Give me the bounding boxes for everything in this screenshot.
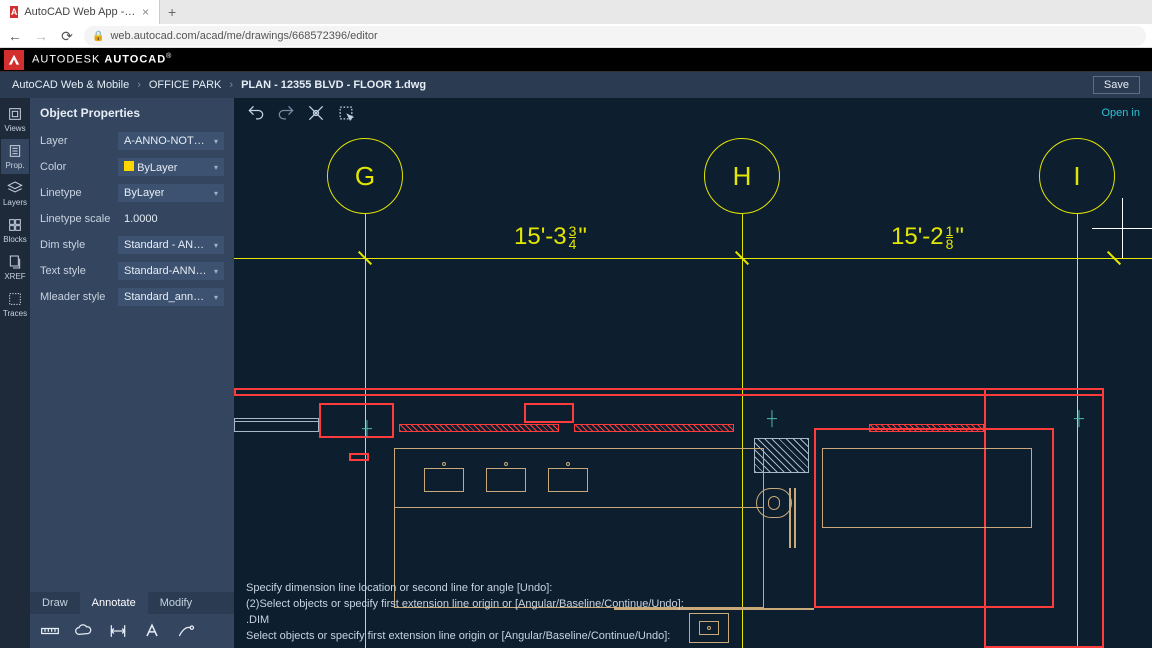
browser-chrome: A AutoCAD Web App - Online CAD × + ← → ⟳… — [0, 0, 1152, 48]
back-icon[interactable]: ← — [6, 28, 24, 44]
text-icon[interactable] — [142, 621, 162, 641]
command-log: Specify dimension line location or secon… — [246, 580, 684, 644]
open-in-link[interactable]: Open in — [1101, 107, 1140, 119]
rail-properties[interactable]: Prop. — [1, 139, 29, 174]
prop-label: Mleader style — [40, 291, 112, 303]
tab-title: AutoCAD Web App - Online CAD — [24, 6, 136, 18]
left-rail: Views Prop. Layers Blocks XREF Traces — [0, 98, 30, 648]
url-text: web.autocad.com/acad/me/drawings/6685723… — [110, 30, 377, 42]
close-icon[interactable]: × — [142, 5, 149, 19]
autocad-logo-icon — [4, 50, 24, 70]
rail-blocks[interactable]: Blocks — [1, 213, 29, 248]
url-field[interactable]: 🔒 web.autocad.com/acad/me/drawings/66857… — [84, 26, 1146, 46]
chevron-down-icon: ▾ — [214, 163, 218, 172]
chevron-right-icon: › — [229, 79, 233, 91]
textstyle-dropdown[interactable]: Standard-ANNOTAT...▾ — [118, 262, 224, 280]
color-dropdown[interactable]: ByLayer▾ — [118, 158, 224, 176]
tick-icon — [735, 251, 749, 265]
undo-icon[interactable] — [246, 103, 266, 123]
chevron-down-icon: ▾ — [214, 241, 218, 250]
anchor-marker-icon: ┼ — [362, 420, 372, 436]
chevron-down-icon: ▾ — [214, 267, 218, 276]
chevron-down-icon: ▾ — [214, 293, 218, 302]
snap-icon[interactable] — [306, 103, 326, 123]
tab-draw[interactable]: Draw — [30, 592, 80, 614]
app-header: AUTODESK AUTOCAD® — [0, 48, 1152, 72]
canvas-toolbar: Open in — [234, 98, 1152, 128]
breadcrumb-root[interactable]: AutoCAD Web & Mobile — [12, 79, 129, 91]
dimension-hi: 15'-218" — [891, 223, 964, 251]
linetype-dropdown[interactable]: ByLayer▾ — [118, 184, 224, 202]
save-button[interactable]: Save — [1093, 76, 1140, 94]
rail-xref[interactable]: XREF — [1, 250, 29, 285]
select-icon[interactable] — [336, 103, 356, 123]
color-swatch-icon — [124, 161, 134, 171]
tab-annotate[interactable]: Annotate — [80, 592, 148, 614]
brand-text: AUTODESK AUTOCAD® — [32, 53, 172, 66]
reload-icon[interactable]: ⟳ — [58, 28, 76, 45]
grid-bubble-g: G — [327, 138, 403, 214]
dimension-gh: 15'-334" — [514, 223, 587, 251]
chevron-right-icon: › — [137, 79, 141, 91]
layer-dropdown[interactable]: A-ANNO-NOTE FUR...▾ — [118, 132, 224, 150]
favicon-icon: A — [10, 6, 18, 18]
prop-label: Layer — [40, 135, 112, 147]
dimstyle-dropdown[interactable]: Standard - ANNOTA...▾ — [118, 236, 224, 254]
breadcrumb-folder[interactable]: OFFICE PARK — [149, 79, 222, 91]
prop-label: Text style — [40, 265, 112, 277]
new-tab-button[interactable]: + — [160, 4, 184, 20]
panel-title: Object Properties — [30, 98, 234, 128]
cloud-icon[interactable] — [74, 621, 94, 641]
prop-label: Dim style — [40, 239, 112, 251]
anchor-marker-icon: ┼ — [1074, 410, 1084, 426]
mleader-dropdown[interactable]: Standard_annotati...▾ — [118, 288, 224, 306]
leader-icon[interactable] — [176, 621, 196, 641]
tab-bar: A AutoCAD Web App - Online CAD × + — [0, 0, 1152, 24]
prop-label: Color — [40, 161, 112, 173]
tick-icon — [1107, 251, 1121, 265]
forward-icon[interactable]: → — [32, 28, 50, 44]
rail-layers[interactable]: Layers — [1, 176, 29, 211]
tick-icon — [358, 251, 372, 265]
prop-label: Linetype scale — [40, 213, 112, 225]
breadcrumb-bar: AutoCAD Web & Mobile › OFFICE PARK › PLA… — [0, 72, 1152, 98]
rail-traces[interactable]: Traces — [1, 287, 29, 322]
lock-icon: 🔒 — [92, 31, 104, 42]
browser-tab[interactable]: A AutoCAD Web App - Online CAD × — [0, 0, 160, 24]
drawing-area: Open in G H I 15'-334" — [234, 98, 1152, 648]
grid-bubble-h: H — [704, 138, 780, 214]
autocad-app: AUTODESK AUTOCAD® AutoCAD Web & Mobile ›… — [0, 48, 1152, 648]
tool-tabs: Draw Annotate Modify — [30, 592, 234, 614]
address-bar: ← → ⟳ 🔒 web.autocad.com/acad/me/drawings… — [0, 24, 1152, 48]
chevron-down-icon: ▾ — [214, 189, 218, 198]
dimension-icon[interactable] — [108, 621, 128, 641]
annotate-tools — [30, 614, 234, 648]
tape-icon[interactable] — [40, 621, 60, 641]
chevron-down-icon: ▾ — [214, 137, 218, 146]
prop-label: Linetype — [40, 187, 112, 199]
grid-bubble-i: I — [1039, 138, 1115, 214]
properties-panel: Object Properties Layer A-ANNO-NOTE FUR.… — [30, 98, 234, 648]
rail-views[interactable]: Views — [1, 102, 29, 137]
anchor-marker-icon: ┼ — [767, 410, 777, 426]
redo-icon[interactable] — [276, 103, 296, 123]
tab-modify[interactable]: Modify — [148, 592, 204, 614]
breadcrumb-file: PLAN - 12355 BLVD - FLOOR 1.dwg — [241, 79, 426, 91]
ltscale-value[interactable]: 1.0000 — [118, 210, 224, 228]
canvas[interactable]: G H I 15'-334" 15'-218" — [234, 128, 1152, 648]
